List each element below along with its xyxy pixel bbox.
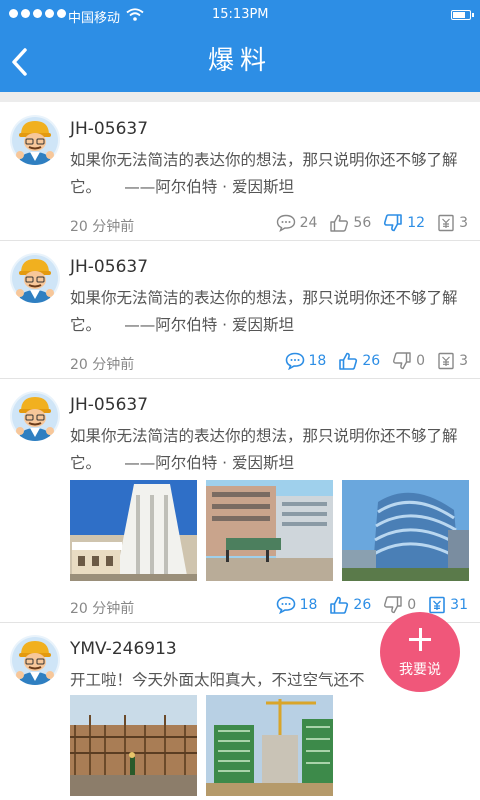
post-card[interactable]: JH-05637 如果你无法简洁的表达你的想法，那只说明你还不够了解它。 ——阿… bbox=[0, 241, 480, 379]
comment-button[interactable]: 24 bbox=[276, 214, 318, 232]
comment-count: 24 bbox=[299, 215, 318, 231]
like-button[interactable]: 26 bbox=[329, 596, 371, 614]
dislike-count: 0 bbox=[416, 353, 426, 369]
battery-icon bbox=[451, 10, 474, 20]
carrier-label: 中国移动 bbox=[68, 11, 121, 26]
post-card[interactable]: JH-05637 如果你无法简洁的表达你的想法，那只说明你还不够了解它。 ——阿… bbox=[0, 379, 480, 623]
post-actions: 18 26 0 3 bbox=[273, 352, 468, 370]
post-time: 20 分钟前 bbox=[70, 601, 135, 617]
fab-label: 我要说 bbox=[399, 662, 441, 678]
post-text: 如果你无法简洁的表达你的想法，那只说明你还不够了解它。 ——阿尔伯特 · 爱因斯… bbox=[70, 151, 458, 196]
reward-button[interactable]: 3 bbox=[437, 214, 468, 232]
post-time: 20 分钟前 bbox=[70, 357, 135, 373]
avatar[interactable] bbox=[10, 115, 60, 165]
building-photo[interactable] bbox=[70, 480, 197, 581]
thumbs-down-icon bbox=[384, 214, 403, 232]
like-count: 26 bbox=[353, 597, 372, 613]
avatar[interactable] bbox=[10, 391, 60, 441]
page-title: 爆料 bbox=[207, 46, 272, 76]
post-actions: 18 26 0 31 bbox=[264, 596, 468, 614]
comment-icon bbox=[285, 352, 304, 370]
status-bar: 中国移动 15:13PM bbox=[0, 0, 480, 30]
like-count: 26 bbox=[362, 353, 381, 369]
post-text: 如果你无法简洁的表达你的想法，那只说明你还不够了解它。 ——阿尔伯特 · 爱因斯… bbox=[70, 427, 458, 472]
comment-count: 18 bbox=[299, 597, 318, 613]
post-image-grid bbox=[70, 695, 333, 796]
reward-button[interactable]: 3 bbox=[437, 352, 468, 370]
post-username[interactable]: JH-05637 bbox=[70, 257, 148, 277]
reward-icon bbox=[438, 352, 454, 370]
building-photo[interactable] bbox=[206, 480, 333, 581]
avatar[interactable] bbox=[10, 635, 60, 685]
comment-count: 18 bbox=[308, 353, 327, 369]
like-button[interactable]: 56 bbox=[329, 214, 371, 232]
avatar[interactable] bbox=[10, 253, 60, 303]
dislike-button[interactable]: 0 bbox=[383, 596, 416, 614]
reward-icon bbox=[429, 596, 445, 614]
comment-icon bbox=[276, 214, 295, 232]
construction-photo[interactable] bbox=[206, 695, 333, 796]
reward-count: 3 bbox=[459, 215, 468, 231]
thumbs-down-icon bbox=[393, 352, 411, 370]
header-divider bbox=[0, 92, 480, 102]
wifi-icon bbox=[126, 8, 144, 21]
comment-button[interactable]: 18 bbox=[285, 352, 327, 370]
like-button[interactable]: 26 bbox=[338, 352, 380, 370]
dislike-button[interactable]: 12 bbox=[383, 214, 425, 232]
post-text: 如果你无法简洁的表达你的想法，那只说明你还不够了解它。 ——阿尔伯特 · 爱因斯… bbox=[70, 289, 458, 334]
post-fab-button[interactable]: 我要说 bbox=[380, 612, 460, 692]
post-username[interactable]: JH-05637 bbox=[70, 119, 148, 139]
reward-icon bbox=[438, 214, 454, 232]
app-header: 中国移动 15:13PM 爆料 bbox=[0, 0, 480, 92]
construction-photo[interactable] bbox=[70, 695, 197, 796]
comment-button[interactable]: 18 bbox=[276, 596, 318, 614]
post-time: 20 分钟前 bbox=[70, 219, 135, 235]
dislike-count: 12 bbox=[407, 215, 426, 231]
dislike-button[interactable]: 0 bbox=[392, 352, 425, 370]
thumbs-up-icon bbox=[330, 596, 349, 614]
status-time: 15:13PM bbox=[212, 7, 269, 22]
like-count: 56 bbox=[353, 215, 372, 231]
signal-icon bbox=[9, 9, 66, 18]
dislike-count: 0 bbox=[407, 597, 417, 613]
thumbs-up-icon bbox=[330, 214, 349, 232]
post-card[interactable]: JH-05637 如果你无法简洁的表达你的想法，那只说明你还不够了解它。 ——阿… bbox=[0, 103, 480, 241]
post-username[interactable]: YMV-246913 bbox=[70, 639, 177, 659]
post-username[interactable]: JH-05637 bbox=[70, 395, 148, 415]
post-actions: 24 56 12 3 bbox=[264, 214, 468, 232]
reward-count: 31 bbox=[450, 597, 468, 613]
post-text: 开工啦！今天外面太阳真大，不过空气还不 bbox=[70, 671, 365, 689]
building-photo[interactable] bbox=[342, 480, 469, 581]
post-image-grid bbox=[70, 480, 469, 581]
comment-icon bbox=[276, 596, 295, 614]
reward-button[interactable]: 31 bbox=[428, 596, 468, 614]
thumbs-up-icon bbox=[339, 352, 358, 370]
thumbs-down-icon bbox=[384, 596, 402, 614]
reward-count: 3 bbox=[459, 353, 468, 369]
